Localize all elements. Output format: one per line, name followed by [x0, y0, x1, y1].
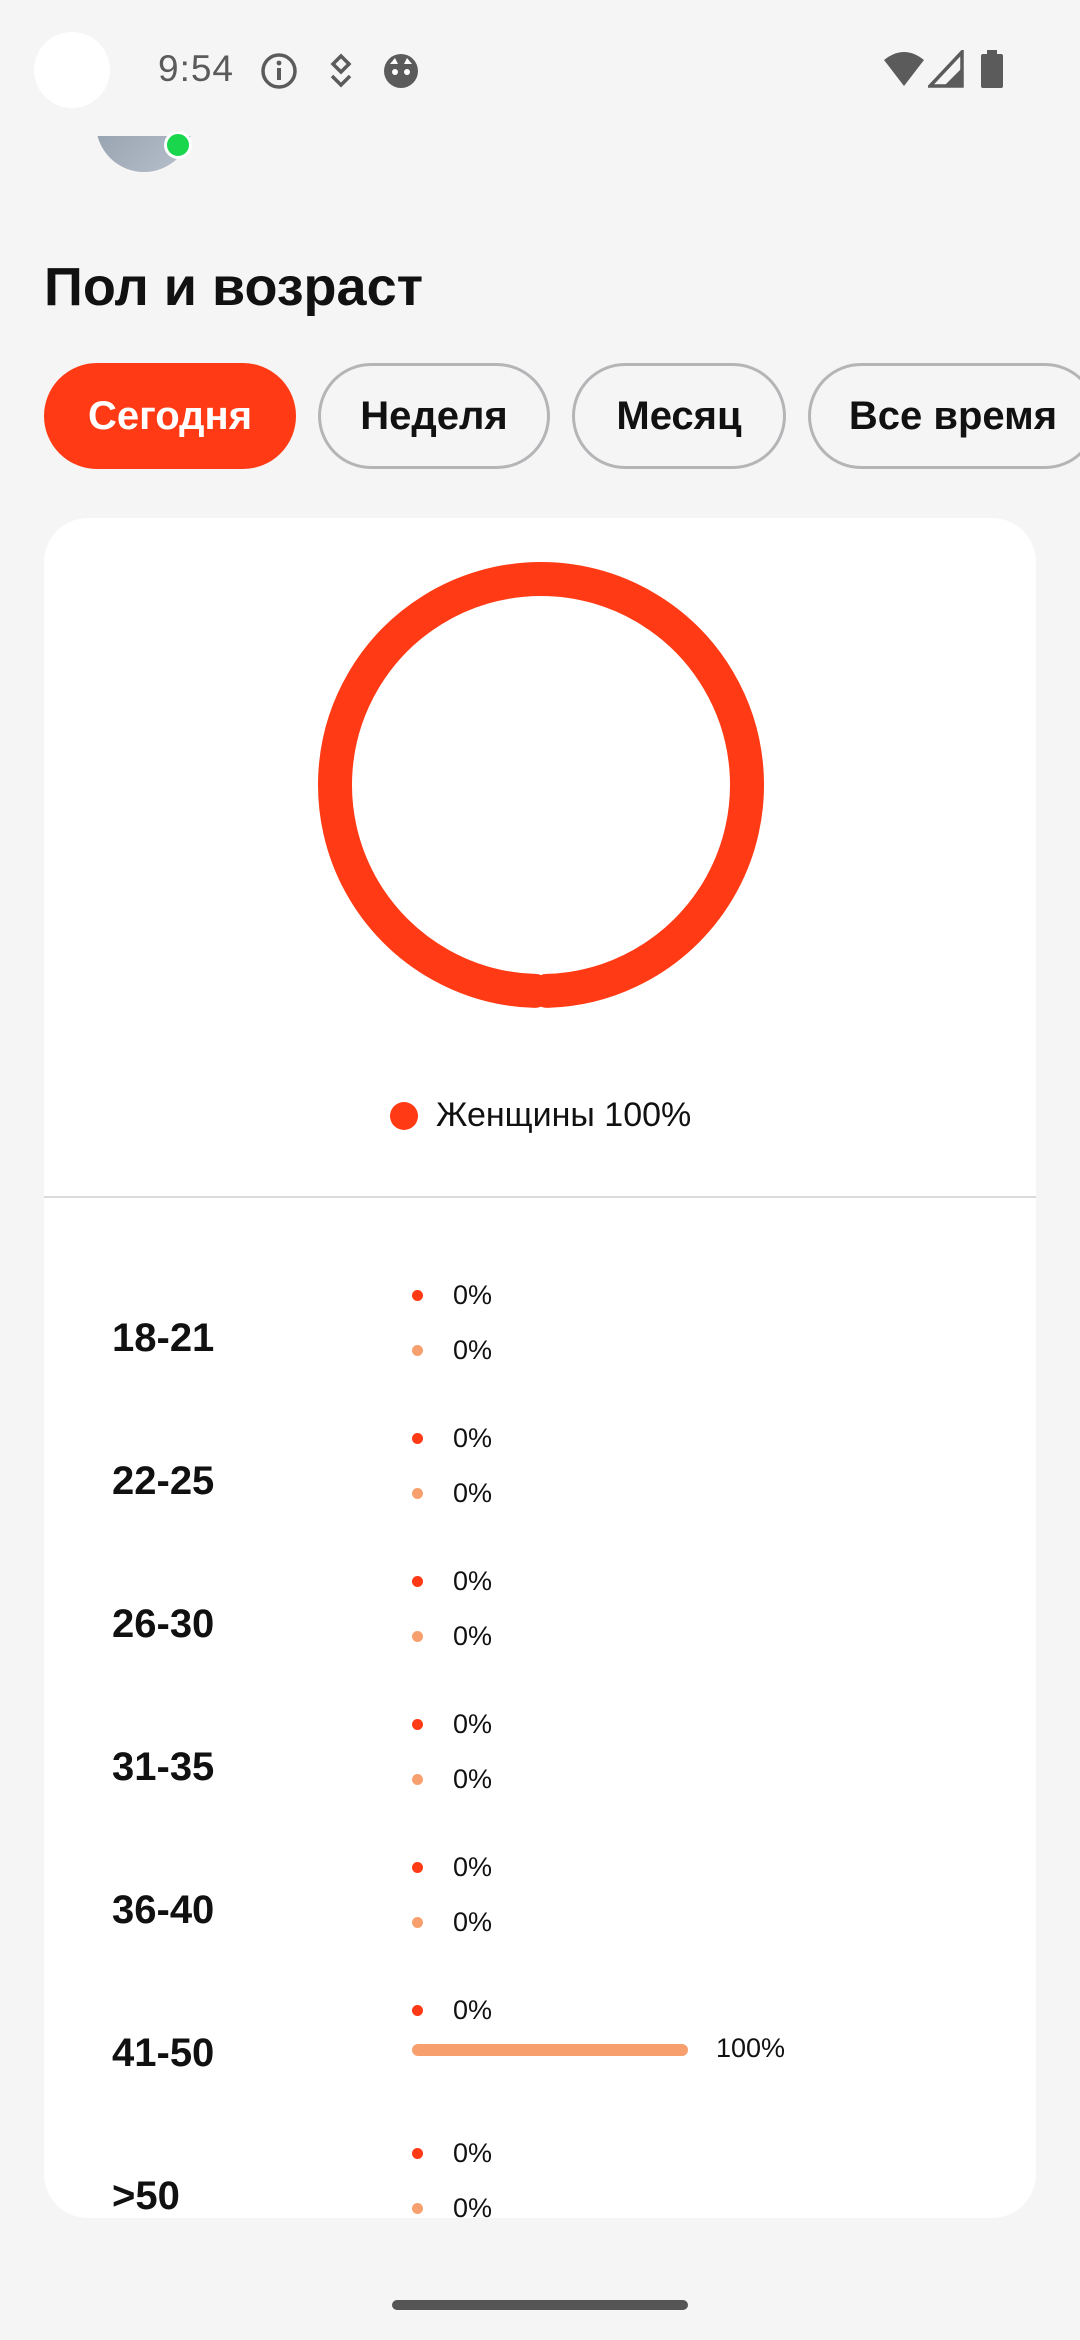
age-row: 41-50 0% 100%	[44, 1983, 1036, 2126]
stat-red: 0%	[412, 1852, 492, 1883]
stat-orange-value: 0%	[453, 1478, 493, 1508]
status-time: 9:54	[158, 48, 235, 89]
stat-red-value: 0%	[453, 1852, 493, 1882]
stat-red: 0%	[412, 1423, 492, 1454]
red-dot	[412, 1576, 423, 1587]
stat-red-value: 0%	[453, 1995, 493, 2025]
gender-donut-chart	[318, 562, 764, 1008]
age-label: 26-30	[112, 1602, 215, 1646]
stat-orange: 0%	[412, 1907, 492, 1938]
info-icon	[260, 52, 298, 95]
red-dot	[412, 1862, 423, 1873]
stat-orange: 0%	[412, 1335, 492, 1366]
stat-orange: 0%	[412, 1478, 492, 1509]
divider	[44, 1196, 1036, 1198]
tab-month[interactable]: Месяц	[572, 363, 786, 469]
stat-red-value: 0%	[453, 2138, 493, 2168]
status-bar: 9:54	[0, 0, 1080, 140]
chart-legend: Женщины 100%	[390, 1096, 691, 1135]
stat-red: 0%	[412, 1709, 492, 1740]
stat-orange-bar	[412, 2044, 688, 2056]
stat-red-value: 0%	[453, 1423, 493, 1453]
stat-orange-value: 0%	[453, 1907, 493, 1937]
red-dot	[412, 1290, 423, 1301]
stat-red-value: 0%	[453, 1709, 493, 1739]
age-label: 22-25	[112, 1459, 215, 1503]
tab-today[interactable]: Сегодня	[44, 363, 296, 469]
stat-orange-value: 100%	[716, 2033, 786, 2063]
stat-orange: 0%	[412, 1764, 492, 1795]
age-row: 36-40 0% 0%	[44, 1840, 1036, 1983]
stat-orange-value: 0%	[453, 2193, 493, 2218]
red-dot	[412, 2005, 423, 2016]
battery-icon	[980, 50, 1004, 95]
section-title: Пол и возраст	[44, 257, 424, 317]
legend-label: Женщины 100%	[436, 1096, 692, 1134]
notification-icon	[324, 52, 358, 95]
age-label: 41-50	[112, 2031, 215, 2075]
age-label: 36-40	[112, 1888, 215, 1932]
period-tabs: Сегодня Неделя Месяц Все время	[44, 363, 1080, 473]
camera-cutout	[34, 32, 110, 108]
age-label: >50	[112, 2174, 180, 2218]
age-label: 31-35	[112, 1745, 215, 1789]
red-dot	[412, 1719, 423, 1730]
stat-red: 0%	[412, 1566, 492, 1597]
tab-all-time[interactable]: Все время	[808, 363, 1080, 469]
cat-icon	[382, 52, 420, 95]
stat-orange-value: 0%	[453, 1335, 493, 1365]
wifi-icon	[882, 50, 926, 93]
orange-dot	[412, 1345, 423, 1356]
age-label: 18-21	[112, 1316, 215, 1360]
age-row: 18-21 0% 0%	[44, 1268, 1036, 1411]
donut-slice-women	[318, 562, 764, 1008]
orange-dot	[412, 1631, 423, 1642]
tab-week[interactable]: Неделя	[318, 363, 550, 469]
orange-dot	[412, 1488, 423, 1499]
orange-dot	[412, 2203, 423, 2214]
home-indicator[interactable]	[392, 2300, 688, 2310]
stats-card: Женщины 100% 18-21 0% 0% 22-25 0% 0% 26-30 0% 0%…	[44, 518, 1036, 2218]
age-row: 26-30 0% 0%	[44, 1554, 1036, 1697]
orange-dot	[412, 1917, 423, 1928]
age-row: 31-35 0% 0%	[44, 1697, 1036, 1840]
age-row: >50 0% 0%	[44, 2126, 1036, 2218]
profile-card	[44, 136, 1046, 186]
stat-orange: 0%	[412, 1621, 492, 1652]
stat-red: 0%	[412, 1280, 492, 1311]
stat-red-value: 0%	[453, 1280, 493, 1310]
stat-orange-value: 0%	[453, 1764, 493, 1794]
red-dot	[412, 2148, 423, 2159]
legend-dot	[390, 1101, 418, 1130]
stat-orange-value: 0%	[453, 1621, 493, 1651]
stat-red: 0%	[412, 1995, 492, 2026]
red-dot	[412, 1433, 423, 1444]
signal-icon	[925, 47, 964, 93]
stat-red: 0%	[412, 2138, 492, 2169]
online-status-dot	[164, 131, 192, 159]
orange-dot	[412, 1774, 423, 1785]
stat-red-value: 0%	[453, 1566, 493, 1596]
age-row: 22-25 0% 0%	[44, 1411, 1036, 1554]
stat-orange: 0%	[412, 2193, 492, 2218]
